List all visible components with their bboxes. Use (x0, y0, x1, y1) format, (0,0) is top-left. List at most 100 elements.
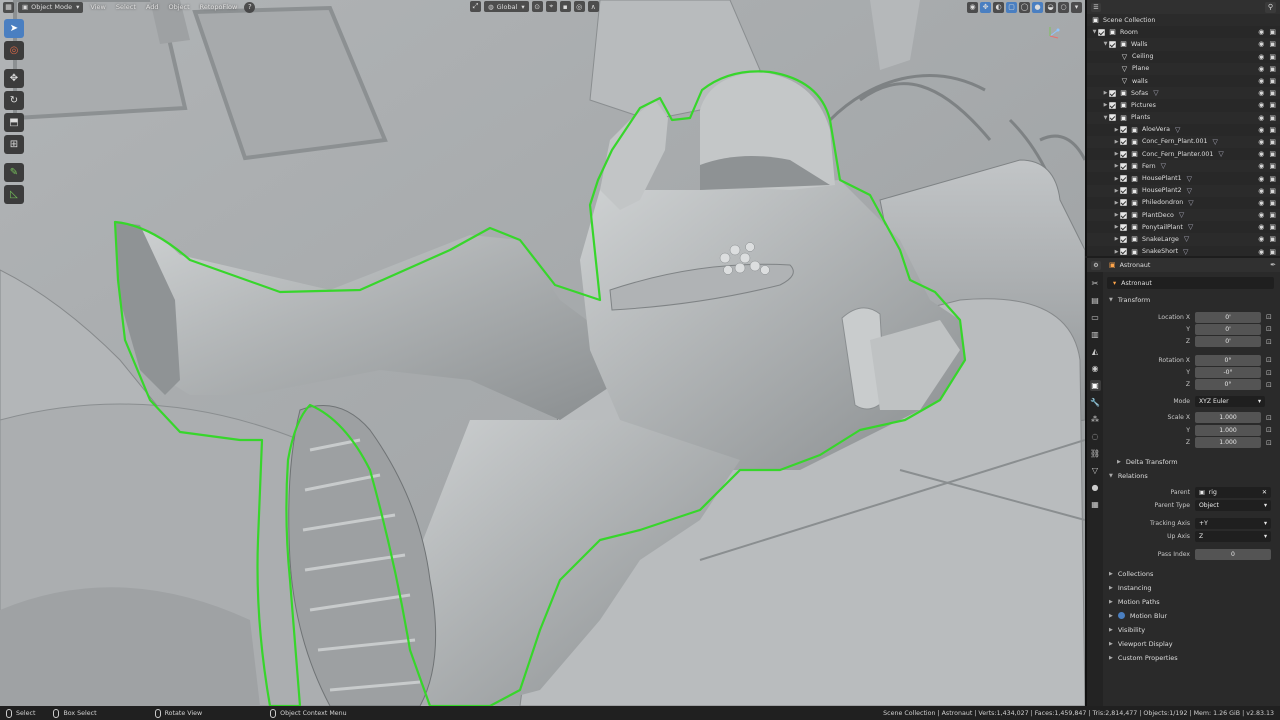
exclude-checkbox[interactable] (1120, 211, 1127, 219)
outliner-item[interactable]: ▶ ▣ HousePlant1 ▽ ◉ ▣ (1087, 172, 1280, 185)
gizmo-icon[interactable]: ✥ (980, 1, 991, 13)
lock-icon[interactable]: ⊡ (1266, 325, 1272, 333)
outliner-item[interactable]: ▽ walls ◉ ▣ (1087, 74, 1280, 88)
camera-icon[interactable]: ▣ (1269, 150, 1276, 158)
eye-icon[interactable]: ◉ (1258, 211, 1264, 219)
tracking-axis-dropdown[interactable]: +Y ▾ (1195, 518, 1271, 530)
pivot-icon[interactable]: ⊙ (531, 1, 543, 12)
move-tool-icon[interactable]: ✥ (4, 69, 24, 88)
scene-tab-icon[interactable]: ◭ (1090, 346, 1101, 357)
modifier-tab-icon[interactable]: 🔧 (1090, 397, 1101, 408)
up-axis-dropdown[interactable]: Z ▾ (1195, 530, 1271, 542)
camera-icon[interactable]: ▣ (1269, 65, 1276, 73)
pin-icon[interactable]: ✒ (1270, 261, 1276, 269)
menu-view[interactable]: View (87, 3, 108, 11)
solid-shading-icon[interactable]: ● (1032, 1, 1043, 13)
outliner-item[interactable]: ▶ ▣ Sofas ▽ ◉ ▣ (1087, 87, 1280, 100)
exclude-checkbox[interactable] (1120, 235, 1127, 243)
tool-tab-icon[interactable]: ✂ (1090, 278, 1101, 289)
camera-icon[interactable]: ▣ (1269, 162, 1276, 170)
menu-add[interactable]: Add (143, 3, 162, 11)
outliner-item[interactable]: ▶ ▣ PonytailPlant ▽ ◉ ▣ (1087, 221, 1280, 234)
exclude-checkbox[interactable] (1120, 162, 1127, 170)
outliner-item[interactable]: ▶ ▣ Philedondron ▽ ◉ ▣ (1087, 196, 1280, 209)
eye-icon[interactable]: ◉ (1258, 248, 1264, 256)
camera-icon[interactable]: ▣ (1269, 77, 1276, 85)
outliner-item[interactable]: ▶ ▣ Pictures ◉ ▣ (1087, 99, 1280, 112)
material-shading-icon[interactable]: ◒ (1045, 1, 1056, 13)
outliner-item[interactable]: ▼ ▣ Walls ◉ ▣ (1087, 38, 1280, 51)
exclude-checkbox[interactable] (1120, 150, 1127, 158)
disclosure-triangle-icon[interactable]: ▼ (1102, 41, 1109, 47)
xray-icon[interactable]: ▢ (1006, 1, 1017, 13)
snap-target-icon[interactable]: ▪ (559, 1, 571, 12)
proportional-edit-icon[interactable]: ◎ (573, 1, 585, 12)
object-name-field[interactable]: ▾ Astronaut (1107, 277, 1274, 289)
eye-icon[interactable]: ◉ (1258, 89, 1264, 97)
outliner-item[interactable]: ▽ Plane ◉ ▣ (1087, 62, 1280, 75)
outliner-root[interactable]: ▣ Scene Collection (1087, 14, 1280, 27)
scale-z-field[interactable]: 1.000 (1195, 437, 1261, 449)
lock-icon[interactable]: ⊡ (1266, 356, 1272, 364)
eye-icon[interactable]: ◉ (1258, 162, 1264, 170)
exclude-checkbox[interactable] (1120, 187, 1127, 195)
menu-object[interactable]: Object (165, 3, 192, 11)
camera-icon[interactable]: ▣ (1269, 101, 1276, 109)
falloff-icon[interactable]: ∧ (587, 1, 599, 12)
camera-icon[interactable]: ▣ (1269, 89, 1276, 97)
constraints-tab-icon[interactable]: ⛓ (1090, 448, 1101, 459)
collapsed-section-header[interactable]: ▶ Custom Properties (1105, 651, 1280, 665)
lock-icon[interactable]: ⊡ (1266, 369, 1272, 377)
rotation-z-field[interactable]: 0° (1195, 379, 1261, 391)
overlays-icon[interactable]: ◐ (993, 1, 1004, 13)
world-tab-icon[interactable]: ◉ (1090, 363, 1101, 374)
lock-icon[interactable]: ⊡ (1266, 414, 1272, 422)
rotation-x-field[interactable]: 0° (1195, 354, 1261, 366)
3d-viewport[interactable]: ▦ ▣ Object Mode ▾ View Select Add Object… (0, 0, 1085, 706)
help-icon[interactable]: ? (244, 1, 256, 13)
shading-options-icon[interactable]: ▾ (1071, 1, 1082, 13)
annotate-tool-icon[interactable]: ✎ (4, 163, 24, 182)
physics-tab-icon[interactable]: ◌ (1090, 431, 1101, 442)
delta-transform-section-header[interactable]: ▶ Delta Transform (1105, 455, 1280, 469)
eye-icon[interactable]: ◉ (1258, 175, 1264, 183)
rotation-mode-dropdown[interactable]: XYZ Euler ▾ (1195, 395, 1265, 407)
lock-icon[interactable]: ⊡ (1266, 313, 1272, 321)
axis-gizmo-icon[interactable] (1044, 24, 1062, 42)
parent-field[interactable]: ▣ rig ✕ (1195, 487, 1271, 499)
outliner-item[interactable]: ▶ ▣ HousePlant2 ▽ ◉ ▣ (1087, 184, 1280, 197)
exclude-checkbox[interactable] (1120, 223, 1127, 231)
collapsed-section-header[interactable]: ▶ Instancing (1105, 581, 1280, 595)
outliner-editor-icon[interactable]: ☰ (1091, 2, 1101, 12)
eye-icon[interactable]: ◉ (1258, 235, 1264, 243)
particles-tab-icon[interactable]: ⁂ (1090, 414, 1101, 425)
camera-icon[interactable]: ▣ (1269, 223, 1276, 231)
properties-editor-icon[interactable]: ⚙ (1091, 260, 1101, 270)
camera-icon[interactable]: ▣ (1269, 28, 1276, 36)
exclude-checkbox[interactable] (1120, 138, 1127, 146)
location-y-field[interactable]: 0' (1195, 323, 1261, 335)
eye-icon[interactable]: ◉ (1258, 40, 1264, 48)
exclude-checkbox[interactable] (1120, 199, 1127, 207)
outliner-item[interactable]: ▼ ▣ Room ◉ ▣ (1087, 26, 1280, 39)
snap-icon[interactable]: ⌖ (545, 1, 557, 12)
exclude-checkbox[interactable] (1120, 126, 1127, 134)
transform-tool-icon[interactable]: ⊞ (4, 135, 24, 154)
camera-icon[interactable]: ▣ (1269, 187, 1276, 195)
scale-y-field[interactable]: 1.000 (1195, 424, 1261, 436)
camera-icon[interactable]: ▣ (1269, 235, 1276, 243)
eye-icon[interactable]: ◉ (1258, 77, 1264, 85)
parent-type-dropdown[interactable]: Object ▾ (1195, 499, 1271, 511)
editor-type-icon[interactable]: ▦ (3, 1, 14, 13)
filter-icon[interactable]: ⚲ (1265, 1, 1276, 13)
exclude-checkbox[interactable] (1109, 89, 1116, 97)
camera-icon[interactable]: ▣ (1269, 126, 1276, 134)
orientation-dropdown[interactable]: ◍ Global ▾ (484, 1, 529, 12)
eye-icon[interactable]: ◉ (1258, 101, 1264, 109)
exclude-checkbox[interactable] (1109, 114, 1116, 122)
material-tab-icon[interactable]: ● (1090, 482, 1101, 493)
collapsed-section-header[interactable]: ▶ Motion Blur (1105, 609, 1280, 623)
mode-dropdown[interactable]: ▣ Object Mode ▾ (18, 1, 84, 13)
exclude-checkbox[interactable] (1120, 248, 1127, 256)
exclude-checkbox[interactable] (1109, 40, 1116, 48)
